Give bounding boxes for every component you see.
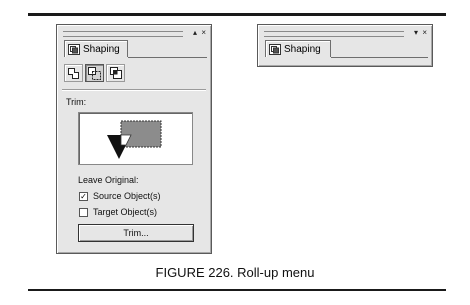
docker-titlebar-rolled[interactable]: ▾ × [262,28,428,38]
tab-label: Shaping [284,43,321,55]
source-objects-label: Source Object(s) [93,191,161,201]
drag-grip-rolled[interactable] [264,31,404,37]
trim-preview [78,112,193,165]
trim-tool-button[interactable] [85,64,104,82]
close-icon[interactable]: × [201,28,206,38]
intersect-icon [109,67,122,79]
shaping-tab-icon [269,43,281,55]
trim-section-label: Trim: [66,97,87,107]
tab-shaping-rolled[interactable]: Shaping [265,40,331,57]
rollup-arrow-icon[interactable]: ▴ [193,28,197,38]
tab-label: Shaping [83,43,120,55]
shaping-tab-icon [68,43,80,55]
section-divider [62,89,206,91]
weld-tool-button[interactable] [64,64,83,82]
trim-icon [88,66,101,80]
shaping-docker-rolled: ▾ × Shaping [257,24,433,67]
top-rule [28,13,446,16]
drag-grip[interactable] [63,31,183,37]
intersect-tool-button[interactable] [106,64,125,82]
weld-icon [68,67,79,79]
tab-underline-rolled [331,57,428,58]
source-objects-checkbox[interactable]: ✓ [79,192,88,201]
leave-original-label: Leave Original: [78,175,139,185]
tab-underline [128,57,207,58]
target-objects-label: Target Object(s) [93,207,158,217]
bottom-rule [28,289,446,291]
docker-titlebar[interactable]: ▴ × [61,28,207,38]
figure-caption: FIGURE 226. Roll-up menu [155,265,315,280]
trim-preview-graphic [107,120,162,159]
rolldown-arrow-icon[interactable]: ▾ [414,28,418,38]
target-objects-checkbox[interactable] [79,208,88,217]
shaping-tool-strip [64,64,127,82]
trim-button[interactable]: Trim... [78,224,194,242]
shaping-docker-expanded: ▴ × Shaping Trim: Leave Original: ✓ Sour… [56,24,212,254]
tab-shaping[interactable]: Shaping [64,40,128,57]
close-icon[interactable]: × [422,28,427,38]
